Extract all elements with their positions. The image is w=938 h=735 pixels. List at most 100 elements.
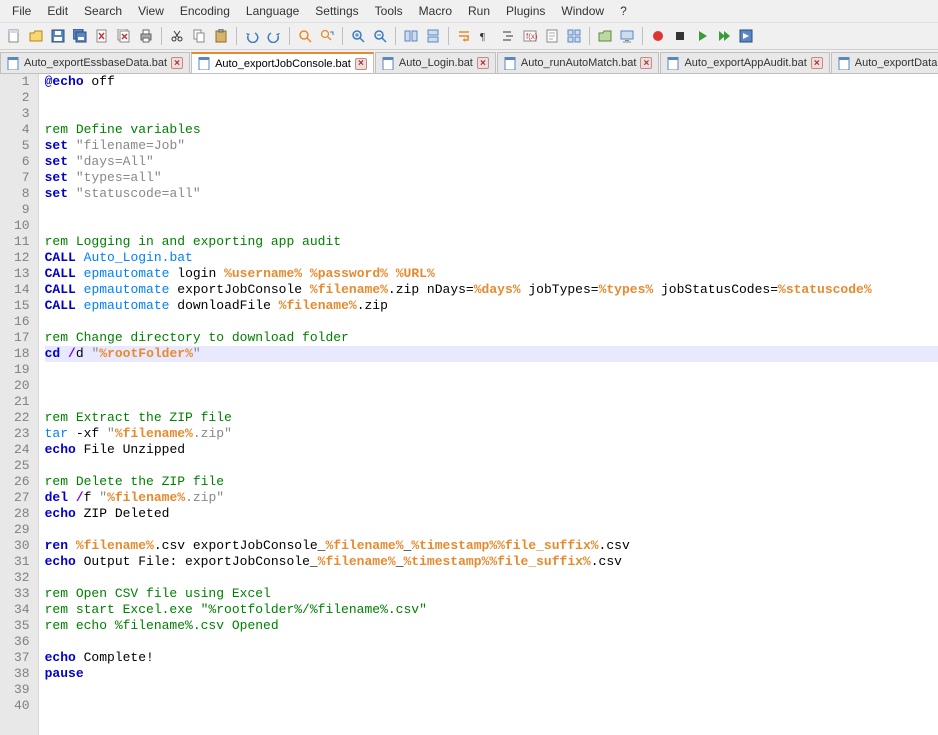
tab-close-icon[interactable]: × [811, 57, 823, 69]
menu-edit[interactable]: Edit [39, 2, 76, 20]
undo-icon[interactable] [242, 26, 262, 46]
tab-auto-exportjobconsole-bat[interactable]: Auto_exportJobConsole.bat× [191, 52, 374, 73]
code-line[interactable] [45, 314, 938, 330]
code-line[interactable]: set "statuscode=all" [45, 186, 938, 202]
doc-list-icon[interactable] [564, 26, 584, 46]
code-line[interactable]: ren %filename%.csv exportJobConsole_%fil… [45, 538, 938, 554]
code-line[interactable] [45, 698, 938, 714]
code-line[interactable] [45, 378, 938, 394]
code-line[interactable]: CALL Auto_Login.bat [45, 250, 938, 266]
code-editor[interactable]: 1234567891011121314151617181920212223242… [0, 74, 938, 735]
copy-icon[interactable] [189, 26, 209, 46]
code-line[interactable]: echo ZIP Deleted [45, 506, 938, 522]
code-line[interactable]: rem echo %filename%.csv Opened [45, 618, 938, 634]
cut-icon[interactable] [167, 26, 187, 46]
menu-[interactable]: ? [612, 2, 635, 20]
menu-file[interactable]: File [4, 2, 39, 20]
code-line[interactable]: @echo off [45, 74, 938, 90]
tab-auto-runautomatch-bat[interactable]: Auto_runAutoMatch.bat× [497, 52, 660, 73]
menu-settings[interactable]: Settings [307, 2, 366, 20]
wrap-icon[interactable] [454, 26, 474, 46]
code-line[interactable] [45, 90, 938, 106]
code-line[interactable]: echo File Unzipped [45, 442, 938, 458]
doc-map-icon[interactable] [542, 26, 562, 46]
code-line[interactable]: rem Define variables [45, 122, 938, 138]
tab-close-icon[interactable]: × [477, 57, 489, 69]
play-icon[interactable] [692, 26, 712, 46]
save-icon[interactable] [48, 26, 68, 46]
code-line[interactable]: echo Output File: exportJobConsole_%file… [45, 554, 938, 570]
code-line[interactable]: tar -xf "%filename%.zip" [45, 426, 938, 442]
folder-workspace-icon[interactable] [595, 26, 615, 46]
sync-h-icon[interactable] [423, 26, 443, 46]
menu-tools[interactable]: Tools [367, 2, 411, 20]
tab-close-icon[interactable]: × [640, 57, 652, 69]
function-list-icon[interactable]: f(x) [520, 26, 540, 46]
toolbar-separator [161, 27, 162, 45]
save-all-icon[interactable] [70, 26, 90, 46]
redo-icon[interactable] [264, 26, 284, 46]
menu-search[interactable]: Search [76, 2, 130, 20]
code-line[interactable]: CALL epmautomate downloadFile %filename%… [45, 298, 938, 314]
code-line[interactable]: CALL epmautomate exportJobConsole %filen… [45, 282, 938, 298]
stop-icon[interactable] [670, 26, 690, 46]
code-line[interactable]: CALL epmautomate login %username% %passw… [45, 266, 938, 282]
tab-auto-exportdata-bat[interactable]: Auto_exportData.bat× [831, 52, 938, 73]
code-line[interactable]: rem Delete the ZIP file [45, 474, 938, 490]
tab-auto-exportappaudit-bat[interactable]: Auto_exportAppAudit.bat× [660, 52, 829, 73]
code-line[interactable] [45, 522, 938, 538]
code-line[interactable]: echo Complete! [45, 650, 938, 666]
close-all-icon[interactable] [114, 26, 134, 46]
monitor-icon[interactable] [617, 26, 637, 46]
code-line[interactable] [45, 458, 938, 474]
code-line[interactable]: del /f "%filename%.zip" [45, 490, 938, 506]
new-file-icon[interactable] [4, 26, 24, 46]
menu-language[interactable]: Language [238, 2, 307, 20]
record-icon[interactable] [648, 26, 668, 46]
code-line[interactable] [45, 682, 938, 698]
replace-icon[interactable] [317, 26, 337, 46]
code-line[interactable]: rem Extract the ZIP file [45, 410, 938, 426]
menu-encoding[interactable]: Encoding [172, 2, 238, 20]
menu-window[interactable]: Window [553, 2, 612, 20]
indent-guide-icon[interactable] [498, 26, 518, 46]
code-line[interactable]: set "days=All" [45, 154, 938, 170]
code-line[interactable]: pause [45, 666, 938, 682]
save-macro-icon[interactable] [736, 26, 756, 46]
code-line[interactable]: cd /d "%rootFolder%" [45, 346, 938, 362]
tab-close-icon[interactable]: × [171, 57, 183, 69]
menu-run[interactable]: Run [460, 2, 498, 20]
menu-plugins[interactable]: Plugins [498, 2, 553, 20]
line-number: 28 [14, 506, 30, 522]
code-line[interactable] [45, 634, 938, 650]
tab-close-icon[interactable]: × [355, 58, 367, 70]
paste-icon[interactable] [211, 26, 231, 46]
code-line[interactable]: rem Logging in and exporting app audit [45, 234, 938, 250]
code-area[interactable]: @echo off rem Define variablesset "filen… [39, 74, 938, 735]
code-line[interactable]: rem Change directory to download folder [45, 330, 938, 346]
zoom-out-icon[interactable] [370, 26, 390, 46]
code-line[interactable] [45, 202, 938, 218]
menu-view[interactable]: View [130, 2, 172, 20]
code-line[interactable]: set "filename=Job" [45, 138, 938, 154]
code-line[interactable] [45, 362, 938, 378]
code-line[interactable] [45, 394, 938, 410]
close-icon[interactable] [92, 26, 112, 46]
open-icon[interactable] [26, 26, 46, 46]
code-line[interactable]: set "types=all" [45, 170, 938, 186]
sync-v-icon[interactable] [401, 26, 421, 46]
code-line[interactable] [45, 218, 938, 234]
zoom-in-icon[interactable] [348, 26, 368, 46]
find-icon[interactable] [295, 26, 315, 46]
tab-auto-login-bat[interactable]: Auto_Login.bat× [375, 52, 496, 73]
print-icon[interactable] [136, 26, 156, 46]
code-line[interactable]: rem Open CSV file using Excel [45, 586, 938, 602]
code-line[interactable] [45, 106, 938, 122]
code-line[interactable]: rem start Excel.exe "%rootfolder%/%filen… [45, 602, 938, 618]
tab-label: Auto_runAutoMatch.bat [521, 57, 637, 69]
play-multi-icon[interactable] [714, 26, 734, 46]
tab-auto-exportessbasedata-bat[interactable]: Auto_exportEssbaseData.bat× [0, 52, 190, 73]
menu-macro[interactable]: Macro [411, 2, 460, 20]
code-line[interactable] [45, 570, 938, 586]
all-chars-icon[interactable]: ¶ [476, 26, 496, 46]
